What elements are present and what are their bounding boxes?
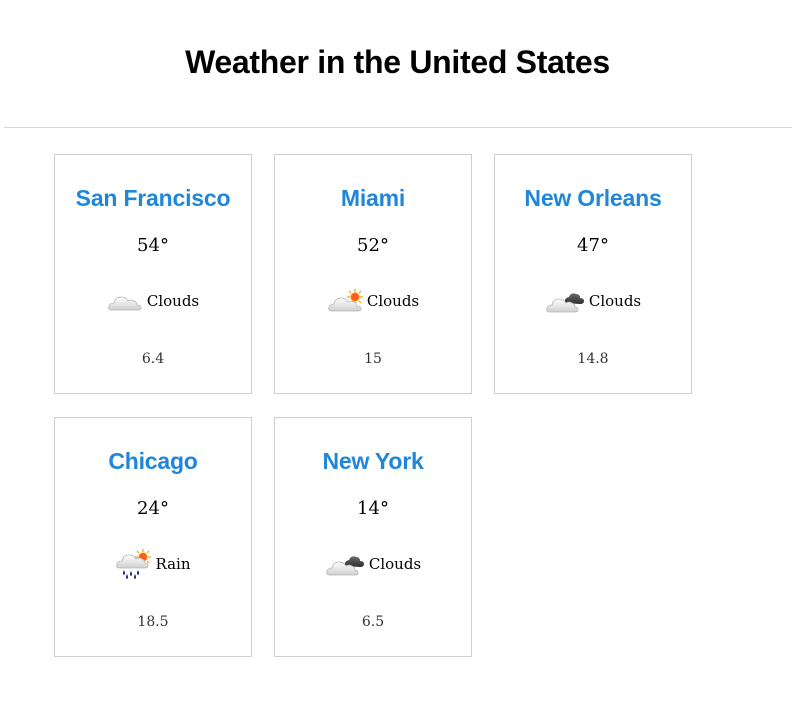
temperature: 54° (137, 235, 169, 256)
city-name: Chicago (108, 448, 198, 474)
weather-card-chicago: Chicago 24° Rain 18.5 (54, 417, 252, 657)
temperature: 24° (137, 498, 169, 519)
city-name: New Orleans (524, 185, 662, 211)
city-name: San Francisco (75, 185, 231, 211)
condition-label: Clouds (588, 292, 642, 310)
condition-label: Clouds (366, 292, 420, 310)
weather-card-san-francisco: San Francisco 54° Clouds 6.4 (54, 154, 252, 394)
temperature: 52° (357, 235, 389, 256)
condition-row: Rain (55, 548, 251, 580)
condition-row: Clouds (275, 285, 471, 317)
header-divider (4, 127, 792, 128)
sun-rain-icon (115, 549, 152, 579)
sun-behind-cloud-icon (327, 288, 363, 314)
condition-row: Clouds (495, 285, 691, 317)
wind-value: 6.4 (141, 351, 165, 367)
condition-row: Clouds (275, 548, 471, 580)
condition-label: Rain (155, 555, 191, 573)
temperature: 47° (577, 235, 609, 256)
condition-label: Clouds (368, 555, 422, 573)
wind-value: 6.5 (361, 614, 385, 630)
weather-card-miami: Miami 52° Clouds 15 (274, 154, 472, 394)
dark-clouds-icon (325, 551, 365, 577)
wind-value: 15 (364, 351, 382, 367)
weather-card-new-orleans: New Orleans 47° Clouds 14.8 (494, 154, 692, 394)
condition-label: Clouds (146, 292, 200, 310)
condition-row: Clouds (55, 285, 251, 317)
cloud-icon (107, 288, 143, 314)
weather-card-new-york: New York 14° Clouds 6.5 (274, 417, 472, 657)
temperature: 14° (357, 498, 389, 519)
wind-value: 14.8 (577, 351, 609, 367)
dark-clouds-icon (545, 288, 585, 314)
wind-value: 18.5 (137, 614, 169, 630)
city-name: Miami (340, 185, 406, 211)
city-name: New York (322, 448, 424, 474)
page-title: Weather in the United States (185, 44, 610, 80)
